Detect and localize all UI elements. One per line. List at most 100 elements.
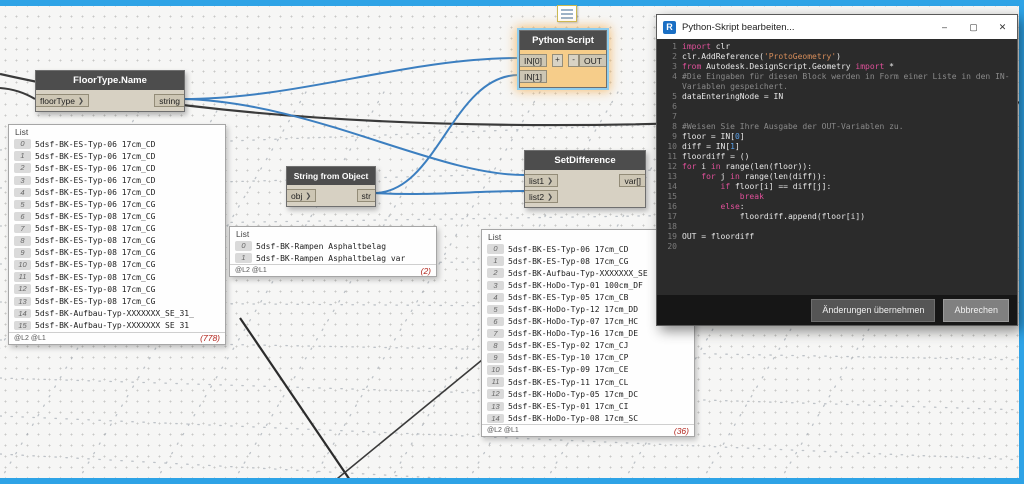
close-button[interactable]: ✕ [988, 15, 1017, 39]
line-number: 7 [672, 112, 677, 121]
list-item: 5 5dsf-BK-ES-Typ-06 17cm_CG [9, 198, 225, 210]
list-item: 0 5dsf-BK-Rampen Asphaltbelag [230, 240, 436, 252]
port-input-obj[interactable]: obj ❯ [287, 189, 317, 202]
code-text: from Autodesk.DesignScript.Geometry impo… [682, 62, 894, 71]
list-header: List [15, 127, 29, 137]
list-item: 14 5dsf-BK-Aufbau-Typ-XXXXXXX_SE_31_ [9, 307, 225, 319]
list-item-index: 6 [14, 211, 31, 222]
list-item: 1 5dsf-BK-ES-Typ-06 17cm_CD [9, 150, 225, 162]
port-input-list1[interactable]: list1 ❯ [525, 174, 558, 187]
minimize-button[interactable]: – [930, 15, 959, 39]
list-items: 0 5dsf-BK-Rampen Asphaltbelag 1 5dsf-BK-… [230, 240, 436, 264]
list-header: List [236, 229, 250, 239]
code-line: 7 [657, 112, 1017, 122]
list-item-index: 1 [14, 151, 31, 161]
code-editor[interactable]: 1 import clr 2 clr.AddReference('ProtoGe… [657, 39, 1017, 295]
dynamo-canvas: { "colors": { "wire_blue": "#3c7fc0", "s… [0, 0, 1024, 484]
preview-list-floortype[interactable]: List 0 5dsf-BK-ES-Typ-06 17cm_CD 1 5dsf-… [8, 124, 226, 345]
code-line: 14 if floor[i] == diff[j]: [657, 182, 1017, 192]
port-label: IN[1] [524, 71, 542, 82]
port-output-var[interactable]: var[] [619, 174, 645, 187]
line-number: 16 [667, 202, 677, 211]
port-arrow-icon: ❯ [77, 97, 84, 105]
node-title[interactable]: FloorType.Name [36, 71, 184, 90]
list-item: 12 5dsf-BK-ES-Typ-08 17cm_CG [9, 283, 225, 295]
code-line: 19 OUT = floordiff [657, 232, 1017, 242]
port-label: OUT [584, 55, 602, 66]
port-label: list1 [529, 175, 545, 186]
port-input-floortype[interactable]: floorType ❯ [36, 94, 89, 107]
node-python-script[interactable]: Python Script IN[0] + - OUT IN[1] [517, 28, 609, 90]
list-item-value: 5dsf-BK-Aufbau-Typ-XXXXXXX_SE [508, 268, 648, 278]
code-text: import clr [682, 42, 731, 51]
list-item-value: 5dsf-BK-ES-Typ-06 17cm_CD [35, 139, 156, 149]
line-number: 5 [672, 92, 677, 101]
line-number: 4 [672, 72, 677, 81]
node-floortype-name[interactable]: FloorType.Name floorType ❯ string [35, 70, 185, 112]
list-item-index: 0 [235, 241, 252, 251]
note-icon[interactable] [557, 5, 577, 22]
cancel-button[interactable]: Abbrechen [943, 298, 1009, 322]
remove-input-button[interactable]: - [568, 54, 580, 67]
node-title[interactable]: Python Script [520, 31, 606, 50]
code-line: 11 floordiff = () [657, 152, 1017, 162]
lacing-levels[interactable]: @L2 @L1 [14, 335, 46, 342]
code-line: 3 from Autodesk.DesignScript.Geometry im… [657, 62, 1017, 72]
bottom-accent-bar [0, 478, 1024, 484]
list-item-value: 5dsf-BK-ES-Typ-08 17cm_CG [35, 212, 156, 222]
add-input-button[interactable]: + [551, 54, 563, 67]
list-item: 12 5dsf-BK-HoDo-Typ-05 17cm_DC [482, 388, 694, 400]
port-output-string[interactable]: string [154, 94, 184, 107]
wire-string-to-setdifference-list2[interactable] [373, 190, 525, 195]
line-number: 1 [672, 42, 677, 51]
code-line: 18 [657, 222, 1017, 232]
port-output-out[interactable]: OUT [579, 54, 606, 67]
port-input-in1[interactable]: IN[1] [520, 70, 547, 83]
preview-list-string[interactable]: List 0 5dsf-BK-Rampen Asphaltbelag 1 5ds… [229, 226, 437, 278]
editor-titlebar[interactable]: R Python-Skript bearbeiten... – ▢ ✕ [657, 15, 1017, 39]
list-item-value: 5dsf-BK-ES-Typ-08 17cm_CG [35, 224, 156, 234]
code-text: OUT = floordiff [682, 232, 755, 241]
list-item-value: 5dsf-BK-ES-Typ-02 17cm_CJ [508, 341, 629, 351]
line-number [657, 82, 682, 92]
list-item-value: 5dsf-BK-ES-Typ-08 17cm_CG [35, 296, 156, 306]
node-string-from-object[interactable]: String from Object obj ❯ str [286, 166, 376, 207]
port-output-str[interactable]: str [356, 189, 375, 202]
code-text: diff = IN[1] [682, 142, 740, 151]
node-setdifference[interactable]: SetDifference list1 ❯ var[] list2 ❯ [524, 150, 646, 208]
list-item: 13 5dsf-BK-ES-Typ-01 17cm_CI [482, 400, 694, 412]
code-line: 9 floor = IN[0] [657, 132, 1017, 142]
code-line: 8 #Weisen Sie Ihre Ausgabe der OUT-Varia… [657, 122, 1017, 132]
lacing-levels[interactable]: @L2 @L1 [487, 427, 519, 434]
list-item-index: 8 [487, 341, 504, 351]
list-item-value: 5dsf-BK-ES-Typ-08 17cm_CG [35, 236, 156, 246]
node-title[interactable]: SetDifference [525, 151, 645, 170]
line-number: 2 [672, 52, 677, 61]
list-item-index: 7 [487, 328, 504, 339]
lacing-levels[interactable]: @L2 @L1 [235, 267, 267, 274]
list-item: 14 5dsf-BK-HoDo-Typ-08 17cm_SC [482, 412, 694, 424]
list-item-index: 9 [487, 353, 504, 363]
list-item: 1 5dsf-BK-Rampen Asphaltbelag var [230, 252, 436, 264]
list-item-index: 14 [14, 308, 31, 319]
port-arrow-icon: ❯ [547, 193, 553, 201]
right-accent-bar [1019, 0, 1024, 484]
list-item-index: 1 [487, 256, 504, 266]
list-item-value: 5dsf-BK-Aufbau-Typ-XXXXXXX_SE_31_ [35, 308, 194, 318]
top-accent-bar [0, 0, 1024, 6]
list-item-index: 3 [487, 280, 504, 291]
port-input-list2[interactable]: list2 ❯ [525, 190, 558, 203]
wire-floortype-to-python-in0[interactable] [182, 57, 520, 100]
line-number: 19 [667, 232, 677, 241]
apply-changes-button[interactable]: Änderungen übernehmen [811, 298, 936, 322]
code-line: 17 floordiff.append(floor[i]) [657, 212, 1017, 222]
maximize-button[interactable]: ▢ [959, 15, 988, 39]
code-line: 10 diff = IN[1] [657, 142, 1017, 152]
list-item-value: 5dsf-BK-HoDo-Typ-07 17cm_HC [508, 317, 639, 327]
code-text: floordiff = () [682, 152, 750, 161]
port-input-in0[interactable]: IN[0] [520, 54, 547, 67]
node-title[interactable]: String from Object [287, 167, 375, 185]
line-number: 11 [667, 152, 677, 161]
port-label: str [361, 190, 371, 201]
code-line: 1 import clr [657, 42, 1017, 52]
